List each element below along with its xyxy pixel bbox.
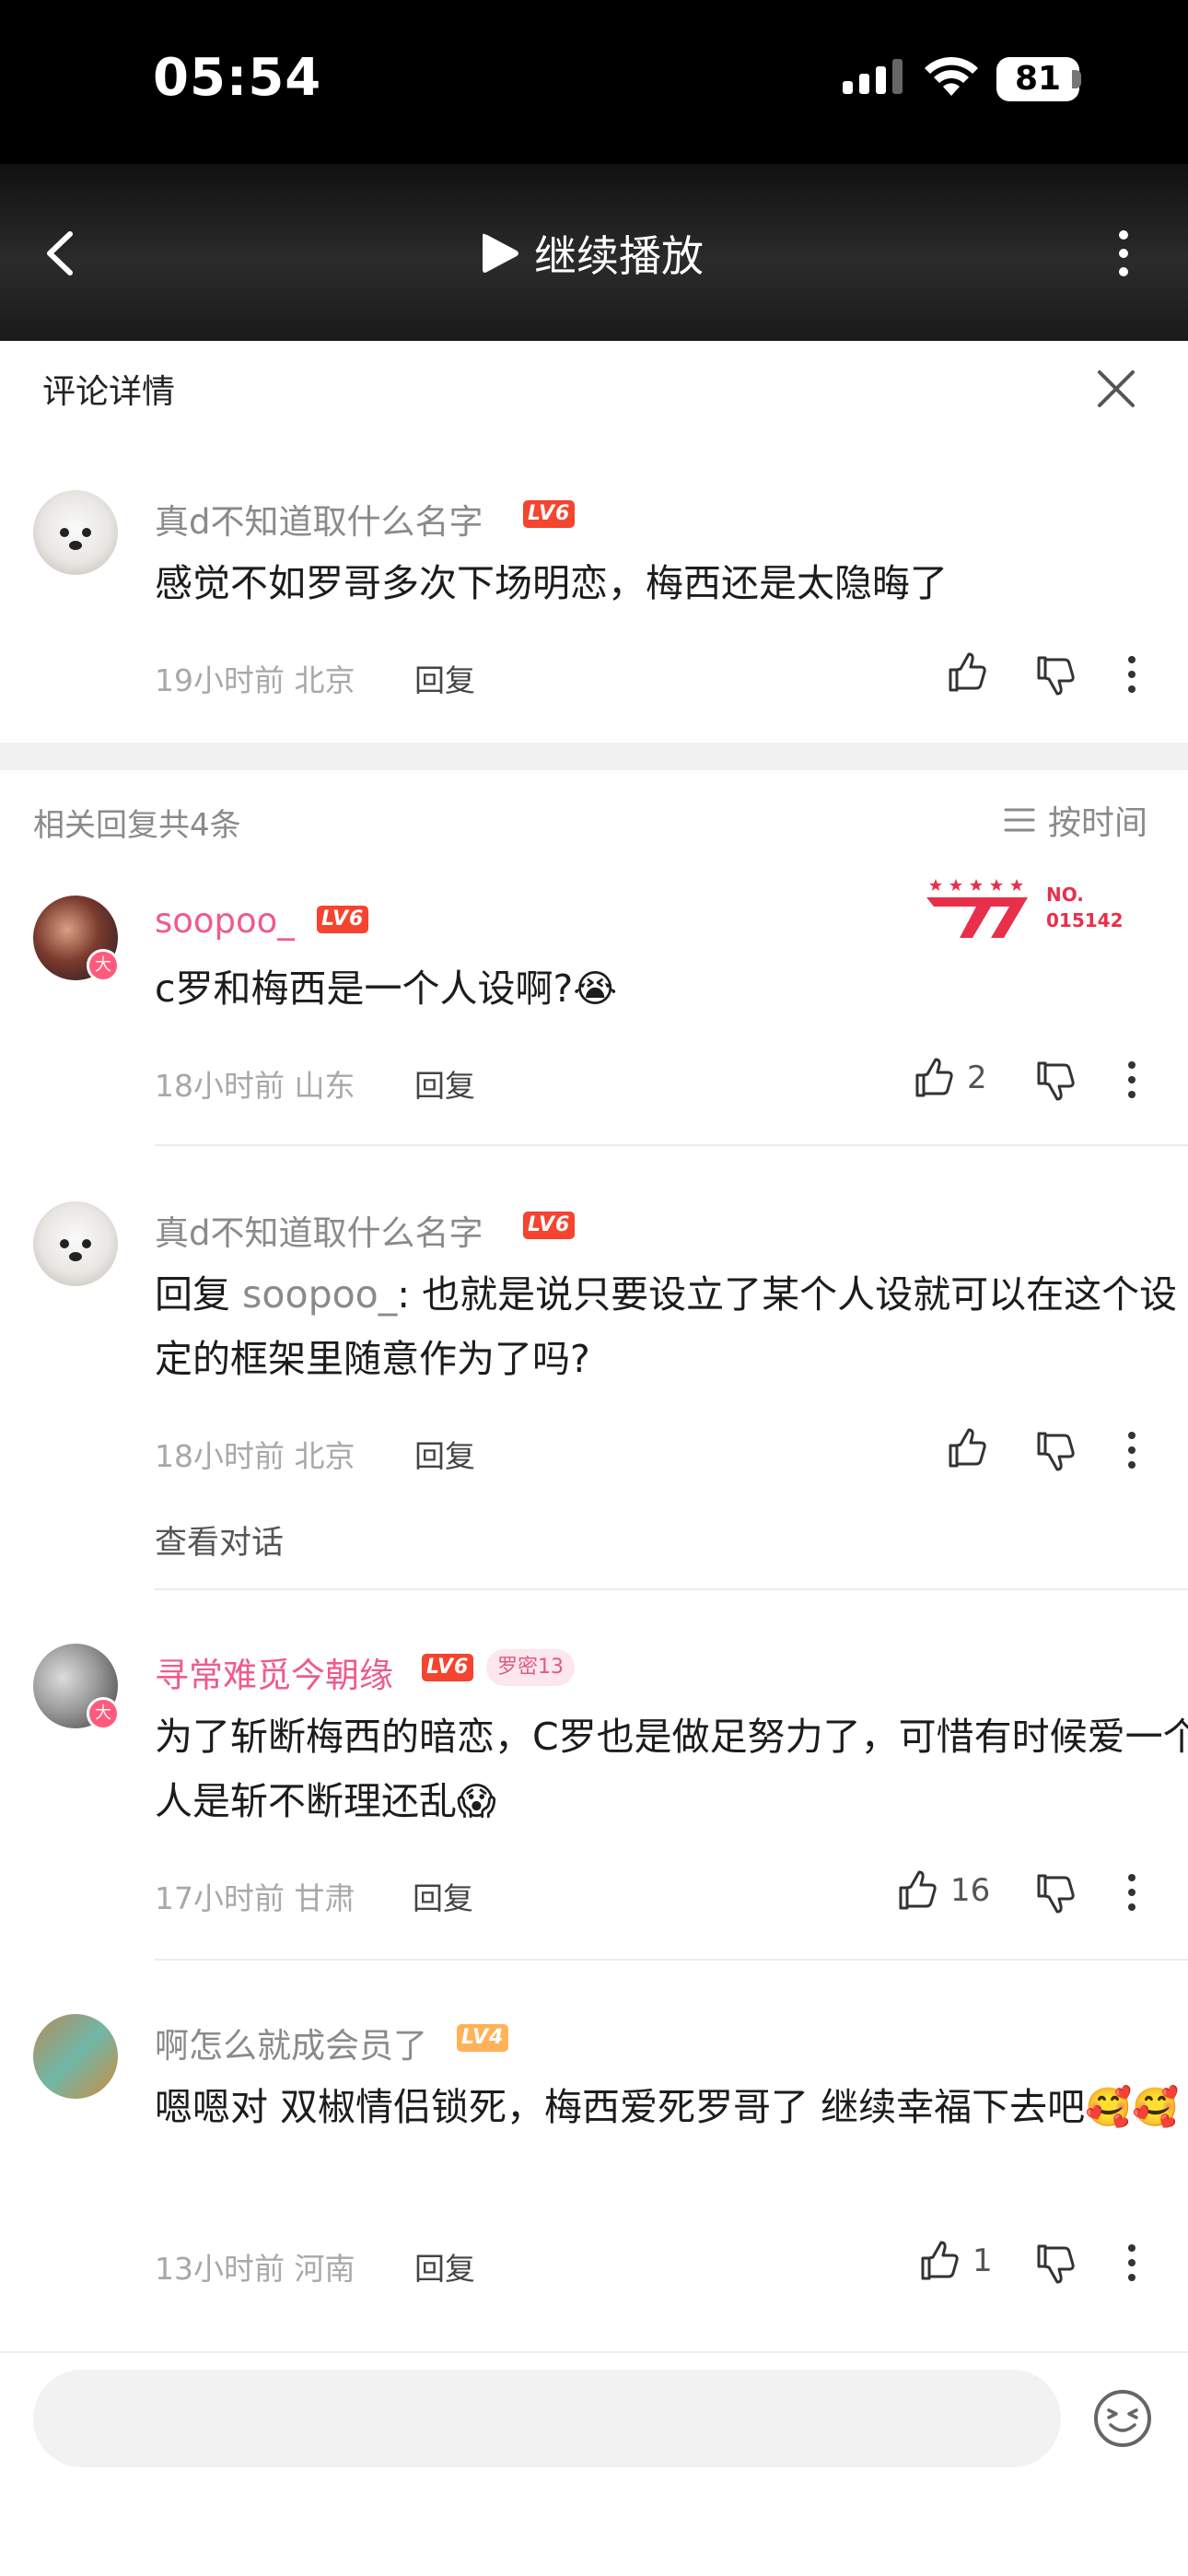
more-vertical-icon[interactable] [1105, 226, 1142, 281]
comment-meta: 18小时前 北京 [155, 1438, 355, 1474]
reply-prefix: 回复 [155, 1272, 243, 1317]
comment-text: 回复 soopoo_: 也就是说只要设立了某个人设就可以在这个设定的框架里随意作… [155, 1262, 1188, 1391]
avatar[interactable] [33, 490, 118, 575]
wifi-icon [925, 56, 978, 96]
thumb-up-icon[interactable] [895, 1869, 938, 1912]
reply-button[interactable]: 回复 [414, 656, 475, 700]
username[interactable]: 啊怎么就成会员了 [155, 2018, 427, 2067]
level-badge: LV4 [457, 2024, 509, 2052]
reply-button[interactable]: 回复 [414, 1061, 475, 1106]
comment-text: c罗和梅西是一个人设啊?😭 [155, 966, 618, 1011]
level-badge: LV6 [523, 1212, 576, 1239]
thumb-up-icon[interactable] [945, 651, 987, 694]
like-count: 2 [967, 1060, 987, 1096]
thumb-down-icon[interactable] [1033, 2242, 1076, 2285]
t1-logo: NO. 015142 [926, 879, 1124, 938]
badge-id: 015142 [1046, 909, 1124, 931]
view-conversation-link[interactable]: 查看对话 [155, 1516, 284, 1563]
thumb-down-icon[interactable] [1033, 1060, 1076, 1102]
signal-icon [843, 59, 903, 94]
team-badge: NO. 015142 [925, 873, 1146, 947]
continue-play-button[interactable]: 继续播放 [479, 221, 704, 286]
like-count: 16 [950, 1872, 991, 1909]
reply-divider [155, 1144, 1188, 1146]
level-badge: LV6 [317, 906, 369, 933]
section-divider [0, 743, 1188, 770]
replies-count: 相关回复共4条 [33, 807, 241, 844]
comment-meta: 17小时前 甘肃 [155, 1880, 355, 1916]
avatar-badge: 大 [87, 949, 120, 982]
sort-label: 按时间 [1048, 804, 1148, 842]
back-button[interactable] [37, 221, 92, 286]
level-badge: LV6 [422, 1654, 474, 1681]
reply-divider [155, 1588, 1188, 1590]
reply-button[interactable]: 回复 [414, 1432, 475, 1476]
status-time: 05:54 [153, 48, 322, 108]
more-options-icon[interactable] [1126, 1870, 1137, 1914]
comment-input[interactable] [33, 2370, 1061, 2467]
sheet-title: 评论详情 [42, 373, 176, 411]
username[interactable]: 寻常难觅今朝缘 [155, 1647, 393, 1697]
thumb-up-icon[interactable] [912, 1057, 954, 1099]
play-icon [483, 233, 518, 273]
reply-button[interactable]: 回复 [413, 1874, 473, 1918]
thumb-down-icon[interactable] [1033, 654, 1076, 697]
like-count: 1 [973, 2242, 993, 2279]
comment-meta: 19小时前 北京 [155, 662, 355, 698]
more-options-icon[interactable] [1126, 1058, 1137, 1102]
more-options-icon[interactable] [1126, 1428, 1137, 1472]
comment-text: 嗯嗯对 双椒情侣锁死，梅西爱死罗哥了 继续幸福下去吧🥰🥰 [155, 2085, 1180, 2129]
close-icon[interactable] [1094, 367, 1138, 411]
thumb-up-icon[interactable] [917, 2240, 960, 2282]
sort-button[interactable]: 按时间 [1004, 796, 1147, 844]
bottom-bar-divider [0, 2351, 1188, 2353]
username[interactable]: 真d不知道取什么名字 [155, 1205, 483, 1255]
level-badge: LV6 [523, 500, 576, 528]
avatar[interactable] [33, 1201, 118, 1286]
battery-level: 81 [996, 57, 1079, 101]
reply-divider [155, 1959, 1188, 1961]
comment-text: 感觉不如罗哥多次下场明恋，梅西还是太隐晦了 [155, 561, 948, 605]
more-options-icon[interactable] [1126, 652, 1137, 697]
avatar-badge: 大 [87, 1697, 120, 1730]
more-options-icon[interactable] [1126, 2241, 1137, 2285]
thumb-down-icon[interactable] [1033, 1872, 1076, 1914]
battery-tip [1072, 70, 1081, 88]
continue-play-label: 继续播放 [534, 231, 704, 281]
dog-avatar-image [60, 528, 91, 550]
reply-button[interactable]: 回复 [414, 2244, 475, 2289]
sort-lines-icon [1004, 808, 1035, 832]
username[interactable]: 真d不知道取什么名字 [155, 494, 483, 544]
thumb-down-icon[interactable] [1033, 1430, 1076, 1472]
avatar[interactable] [33, 2014, 118, 2099]
comment-meta: 18小时前 山东 [155, 1068, 355, 1104]
dog-avatar-image [60, 1239, 91, 1261]
badge-no: NO. [1046, 884, 1084, 906]
thumb-up-icon[interactable] [945, 1427, 987, 1469]
username[interactable]: soopoo_ [155, 901, 295, 941]
emoji-icon[interactable] [1092, 2388, 1153, 2449]
reply-to-user[interactable]: soopoo_ [242, 1272, 397, 1317]
fan-badge: 罗密13 [486, 1649, 575, 1686]
comment-text: 为了斩断梅西的暗恋，C罗也是做足努力了，可惜有时候爱一个人是斩不断理还乱😱 [155, 1715, 1188, 1823]
comment-meta: 13小时前 河南 [155, 2251, 355, 2287]
